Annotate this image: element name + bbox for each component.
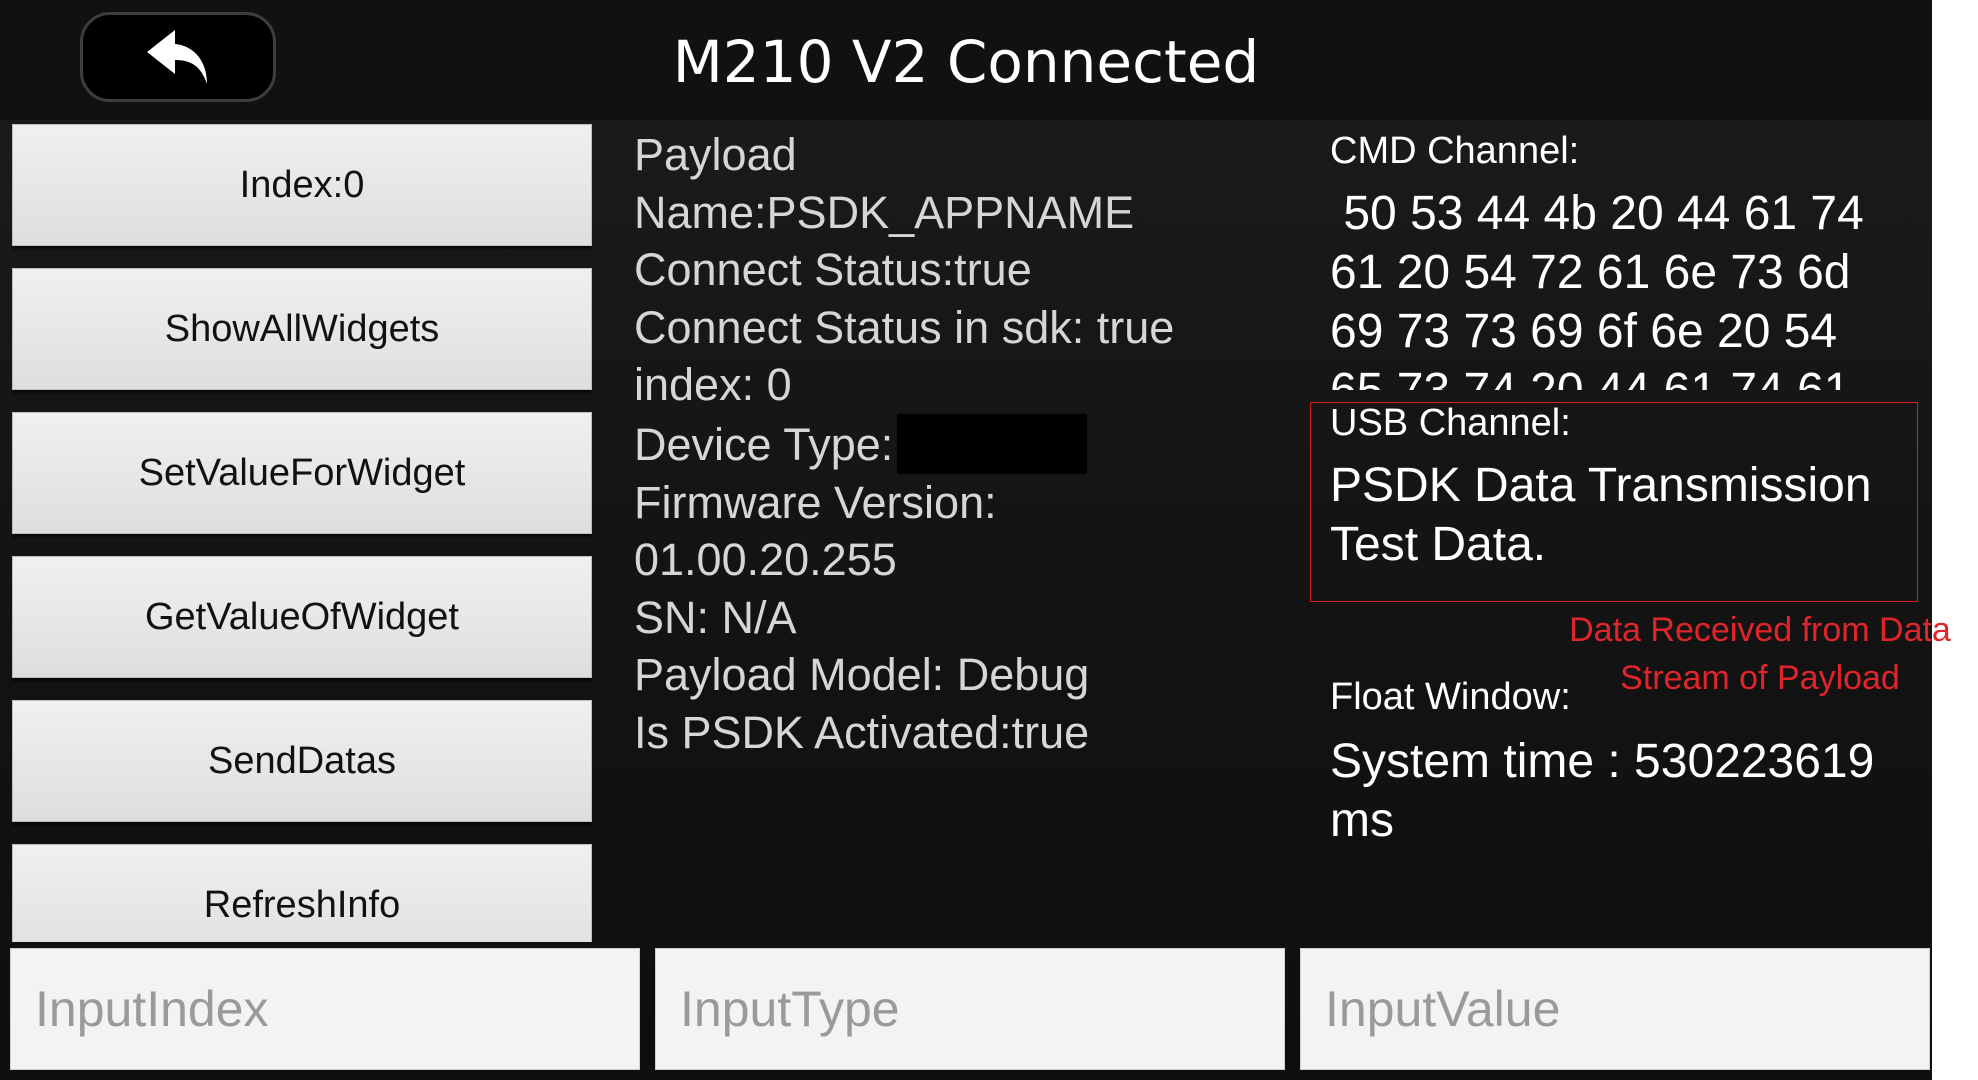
get-value-of-widget-button[interactable]: GetValueOfWidget: [12, 556, 592, 678]
show-all-widgets-button[interactable]: ShowAllWidgets: [12, 268, 592, 390]
index-button[interactable]: Index:0: [12, 124, 592, 246]
info-line: SN: N/A: [634, 591, 797, 643]
send-datas-button[interactable]: SendDatas: [12, 700, 592, 822]
refresh-info-button[interactable]: RefreshInfo: [12, 844, 592, 942]
usb-channel-data: PSDK Data Transmission Test Data.: [1330, 459, 1872, 571]
info-line: Firmware Version:: [634, 476, 997, 528]
info-line: Payload Model: Debug: [634, 649, 1090, 700]
title-bar: M210 V2 Connected: [0, 0, 1932, 120]
float-window-data: System time : 530223619 ms: [1330, 735, 1875, 847]
device-type-label: Device Type:: [634, 418, 894, 470]
info-line: index: 0: [634, 359, 792, 410]
info-line: Is PSDK Activated:true: [634, 706, 1090, 758]
redacted-device-type: [897, 413, 1088, 474]
command-button-list: Index:0 ShowAllWidgets SetValueForWidget…: [12, 124, 592, 942]
float-window-label: Float Window:: [1330, 676, 1571, 718]
cmd-channel-label: CMD Channel:: [1330, 130, 1580, 172]
info-line: Connect Status in sdk: true: [634, 301, 1175, 353]
payload-info: Payload Name:PSDK_APPNAME Connect Status…: [634, 126, 1274, 761]
cmd-channel-data: 50 53 44 4b 20 44 61 74 61 20 54 72 61 6…: [1330, 187, 1864, 390]
input-value-field[interactable]: InputValue: [1300, 948, 1930, 1070]
info-line: Payload: [634, 129, 797, 180]
info-line: Name:PSDK_APPNAME: [634, 186, 1135, 238]
annotation-text: Data Received from Data Stream of Payloa…: [1569, 611, 1951, 697]
page-title: M210 V2 Connected: [672, 28, 1260, 96]
input-type-field[interactable]: InputType: [655, 948, 1285, 1070]
set-value-for-widget-button[interactable]: SetValueForWidget: [12, 412, 592, 534]
app-screen: M210 V2 Connected Index:0 ShowAllWidgets…: [0, 0, 1932, 1080]
device-type-row: Device Type:: [634, 413, 1274, 474]
usb-channel-label: USB Channel:: [1330, 402, 1571, 444]
info-line: 01.00.20.255: [634, 534, 897, 585]
info-line: Connect Status:true: [634, 244, 1032, 295]
input-index-field[interactable]: InputIndex: [10, 948, 640, 1070]
